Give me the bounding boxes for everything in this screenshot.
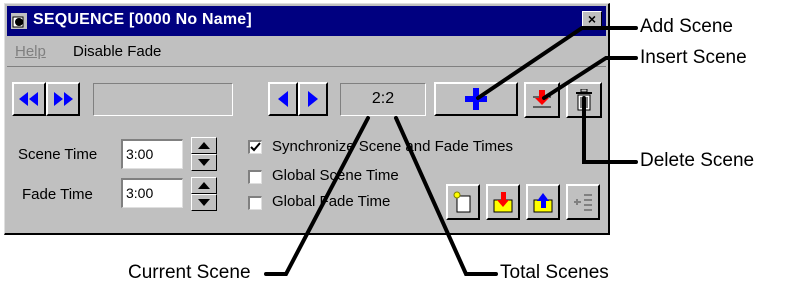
add-icon <box>465 88 487 110</box>
scene-time-input[interactable]: 3:00 <box>121 139 183 169</box>
menu-disable-fade[interactable]: Disable Fade <box>73 43 161 60</box>
menu-help[interactable]: Help <box>15 43 46 60</box>
callout-current-scene: Current Scene <box>128 262 251 283</box>
trash-icon <box>576 89 592 111</box>
spin-down-icon <box>198 159 210 166</box>
spin-up-icon <box>198 182 210 189</box>
checkmark-icon <box>250 142 261 152</box>
add-scene-button[interactable] <box>434 82 518 116</box>
scene-time-label: Scene Time <box>18 146 98 163</box>
merge-icon <box>574 194 592 211</box>
export-scene-button[interactable] <box>526 184 560 220</box>
fast-forward-icon <box>54 92 73 106</box>
scene-time-up[interactable] <box>191 137 217 154</box>
next-icon <box>308 91 318 107</box>
title-bar[interactable]: SEQUENCE [0000 No Name] × <box>7 6 606 36</box>
callout-total-scenes: Total Scenes <box>500 262 609 283</box>
scene-counter-display: 2:2 <box>340 83 426 116</box>
fade-time-label: Fade Time <box>22 186 93 203</box>
next-scene-button[interactable] <box>298 82 328 116</box>
fade-time-spinner[interactable] <box>191 177 217 211</box>
menu-help-label: Help <box>15 43 46 60</box>
global-fade-time-checkbox[interactable] <box>248 196 262 210</box>
fade-time-down[interactable] <box>191 194 217 211</box>
sync-times-checkbox[interactable] <box>248 140 262 154</box>
rewind-icon <box>19 92 38 106</box>
window-title: SEQUENCE [0000 No Name] <box>33 11 252 28</box>
import-icon <box>493 192 513 213</box>
scene-name-display <box>93 83 233 116</box>
sync-times-label[interactable]: Synchronize Scene and Fade Times <box>272 138 513 155</box>
new-scene-button[interactable] <box>446 184 480 220</box>
spin-down-icon <box>198 199 210 206</box>
global-scene-time-label[interactable]: Global Scene Time <box>272 167 399 184</box>
scene-time-down[interactable] <box>191 154 217 171</box>
fast-forward-button[interactable] <box>46 82 80 116</box>
previous-icon <box>278 91 288 107</box>
callout-delete-scene: Delete Scene <box>640 150 755 171</box>
callout-insert-scene: Insert Scene <box>640 47 747 68</box>
close-button[interactable]: × <box>582 11 602 29</box>
export-icon <box>533 193 553 213</box>
global-scene-time-checkbox[interactable] <box>248 170 262 184</box>
app-icon <box>11 13 27 29</box>
scene-time-spinner[interactable] <box>191 137 217 171</box>
rewind-button[interactable] <box>12 82 46 116</box>
delete-scene-button[interactable] <box>566 82 602 118</box>
spin-up-icon <box>198 142 210 149</box>
merge-scene-button <box>566 184 600 220</box>
insert-scene-button[interactable] <box>524 82 560 118</box>
previous-scene-button[interactable] <box>268 82 298 116</box>
new-document-icon <box>453 191 471 213</box>
fade-time-up[interactable] <box>191 177 217 194</box>
import-scene-button[interactable] <box>486 184 520 220</box>
global-fade-time-label[interactable]: Global Fade Time <box>272 193 390 210</box>
callout-add-scene: Add Scene <box>640 16 733 37</box>
scene-counter: 2:2 <box>371 90 395 107</box>
menu-bar: Help Disable Fade <box>7 38 606 67</box>
fade-time-input[interactable]: 3:00 <box>121 178 183 208</box>
insert-icon <box>533 90 551 108</box>
